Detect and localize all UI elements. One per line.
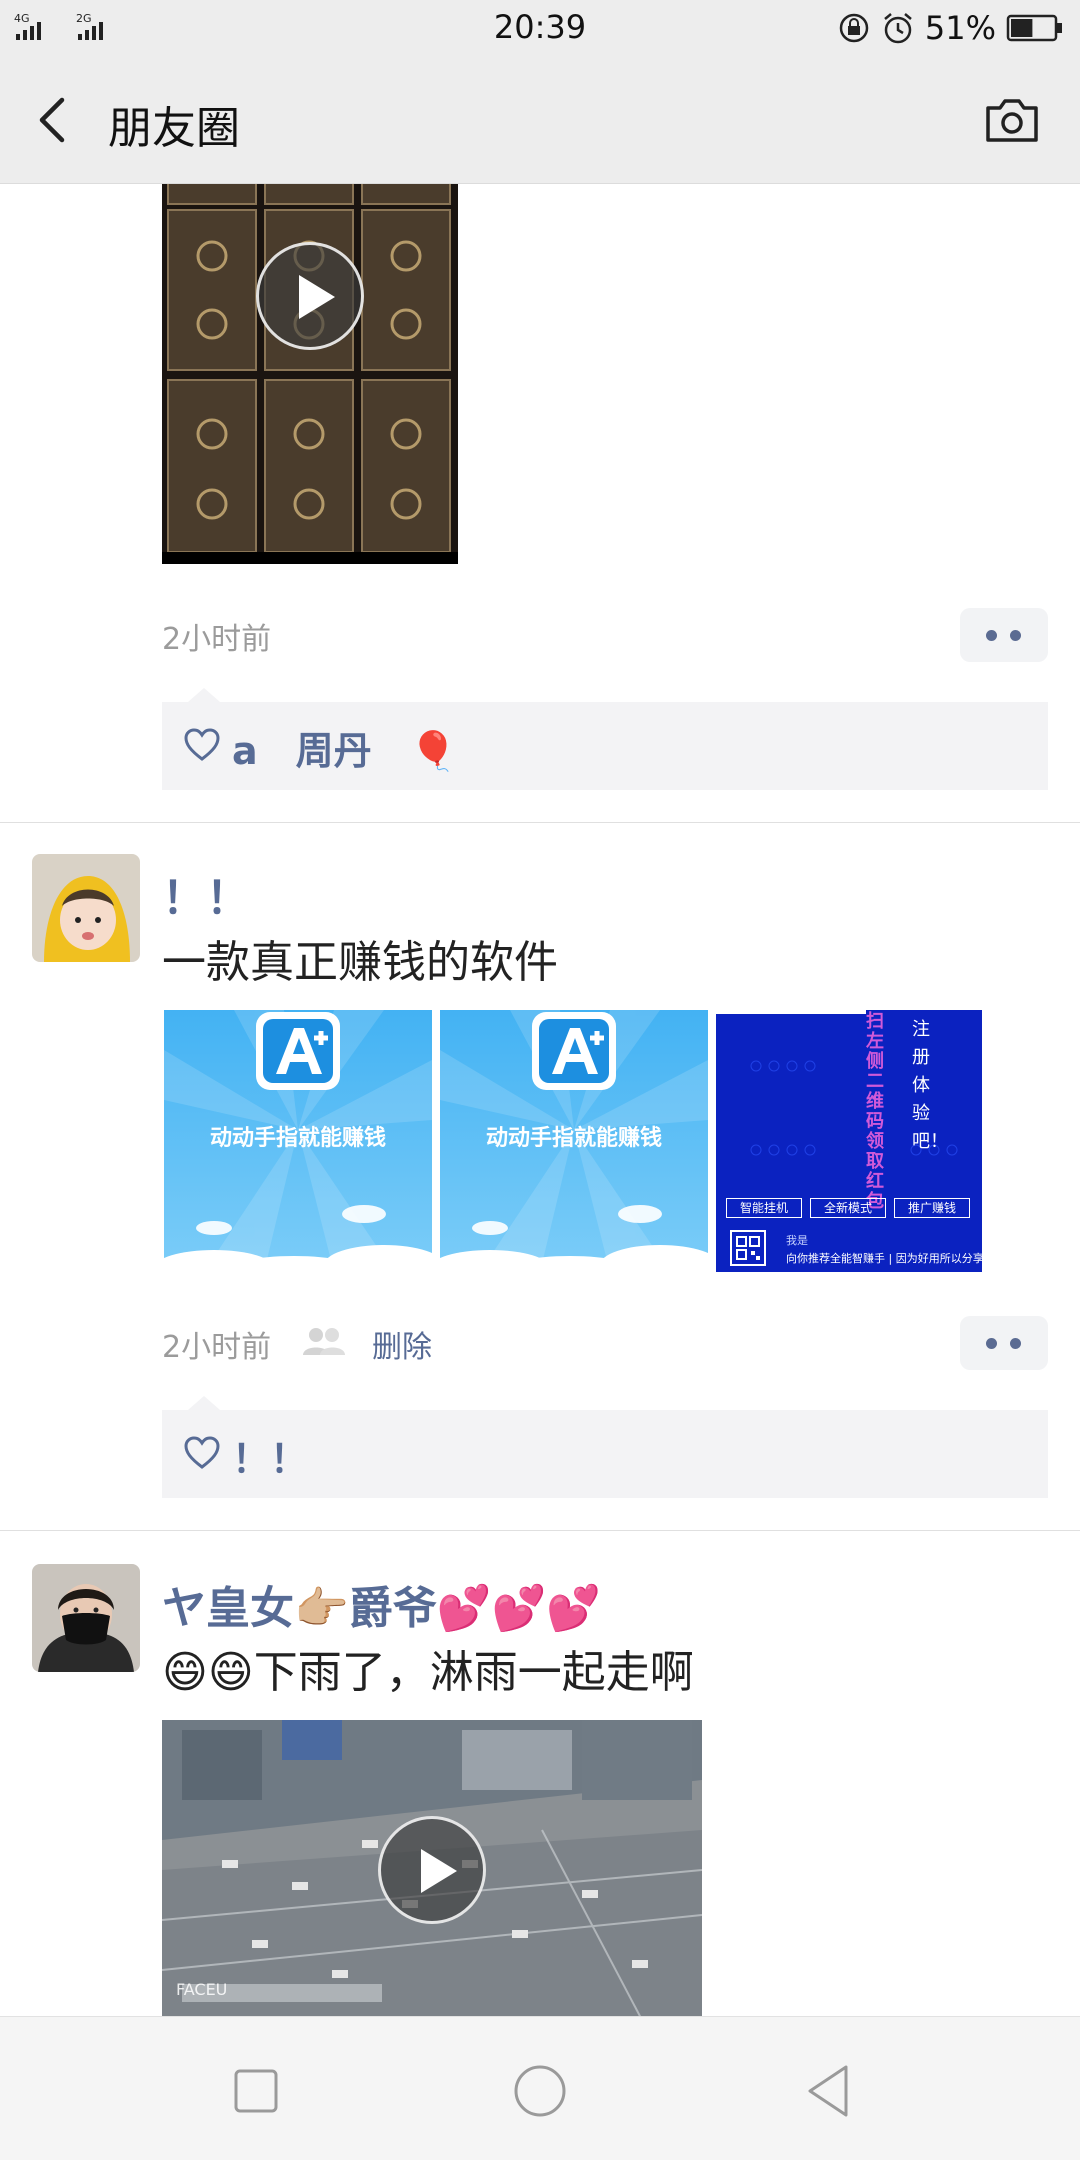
card-back-pattern (162, 184, 458, 564)
avatar-image (32, 1564, 140, 1672)
system-nav-bar (0, 2016, 1080, 2160)
divider (0, 1530, 1080, 1531)
post-image[interactable]: 动动手指就能赚钱 (440, 1010, 708, 1272)
avatar[interactable] (32, 1564, 140, 1672)
more-actions-button[interactable] (960, 608, 1048, 662)
promo-footer-2: 向你推荐全能智赚手 | 因为好用所以分享 (786, 1252, 982, 1265)
avatar[interactable] (32, 854, 140, 962)
avatar-image (32, 854, 140, 962)
promo-buttons: 智能挂机 全新模式 推广赚钱 (726, 1198, 970, 1218)
promo-button: 推广赚钱 (894, 1198, 970, 1218)
camera-icon[interactable] (984, 94, 1040, 144)
dot (1010, 1338, 1021, 1349)
heart-icon (184, 728, 220, 761)
video-thumbnail[interactable] (162, 184, 458, 564)
more-actions-button[interactable] (960, 1316, 1048, 1370)
promo-button: 智能挂机 (726, 1198, 802, 1218)
battery-icon (1006, 14, 1062, 42)
promo-vertical-text-2: 注册体验吧！ (912, 1019, 948, 1152)
play-icon[interactable] (378, 1816, 486, 1924)
likes-panel: ！！ (162, 1396, 1048, 1498)
recent-apps-icon[interactable] (224, 2059, 288, 2123)
caret (188, 688, 220, 702)
back-triangle-icon[interactable] (796, 2059, 860, 2123)
post-image[interactable]: 动动手指就能赚钱 (164, 1010, 432, 1272)
post-text: 一款真正赚钱的软件 (162, 937, 558, 988)
heart-icon (184, 1436, 220, 1469)
dot (986, 630, 997, 641)
chevron-left-icon[interactable] (30, 94, 78, 146)
video-thumbnail[interactable]: FACEU (162, 1720, 702, 2016)
divider (0, 822, 1080, 823)
promo-caption: 动动手指就能赚钱 (209, 1126, 386, 1151)
rotation-lock-icon (839, 13, 869, 43)
battery-percent: 51% (924, 9, 996, 47)
dot (986, 1338, 997, 1349)
alarm-icon (884, 13, 912, 44)
moments-feed[interactable]: 2小时前 a 周丹 🎈 ！！ 一款真正赚钱的软件 动动手指就能赚钱 动动手指就能… (0, 184, 1080, 2016)
post-text: 😄😄下雨了，淋雨一起走啊 (162, 1647, 694, 1698)
status-bar: 4G 2G 20:39 51% (0, 0, 1080, 56)
caret (188, 1396, 220, 1410)
promo-button: 全新模式 (810, 1198, 886, 1218)
qr-code-icon (730, 1230, 766, 1266)
nickname[interactable]: ヤ皇女👉🏼爵爷💕💕💕 (162, 1572, 601, 1636)
friends-visibility-icon (303, 1328, 345, 1355)
likes-names[interactable]: a 周丹 🎈 (232, 720, 457, 775)
post-time: 2小时前 (162, 622, 272, 657)
home-icon[interactable] (508, 2059, 572, 2123)
post-image[interactable]: 扫左侧二维码领取红包 注册体验吧！ 智能挂机 全新模式 推广赚钱 我是 向你推荐… (716, 1010, 982, 1272)
post-time: 2小时前 (162, 1330, 272, 1365)
play-icon[interactable] (256, 242, 364, 350)
promo-caption: 动动手指就能赚钱 (485, 1126, 662, 1151)
promo-vertical-text-1: 扫左侧二维码领取红包 (866, 1011, 884, 1212)
video-watermark: FACEU (176, 1980, 228, 1999)
delete-link[interactable]: 删除 (372, 1322, 432, 1366)
promo-footer-1: 我是 (786, 1234, 808, 1247)
header-bar: 朋友圈 (0, 56, 1080, 184)
likes-names[interactable]: ！！ (232, 1428, 308, 1483)
likes-panel: a 周丹 🎈 (162, 688, 1048, 790)
nickname[interactable]: ！！ (162, 862, 250, 926)
dot (1010, 630, 1021, 641)
page-title: 朋友圈 (108, 103, 240, 154)
